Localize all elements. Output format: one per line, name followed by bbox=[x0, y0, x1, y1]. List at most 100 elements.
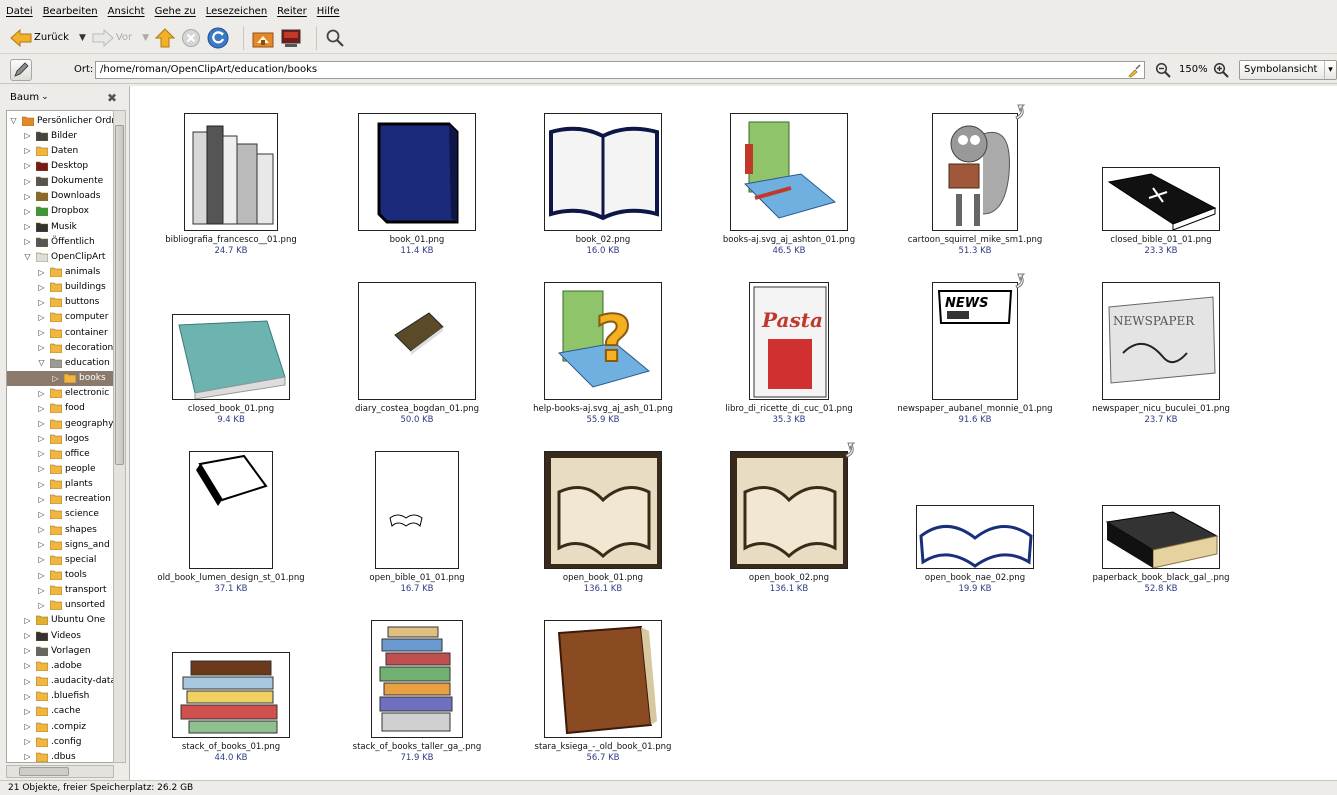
back-button[interactable]: Zurück bbox=[10, 25, 69, 51]
file-thumbnail[interactable] bbox=[371, 620, 463, 738]
stop-button[interactable] bbox=[181, 25, 201, 51]
expand-icon[interactable]: ▷ bbox=[23, 677, 32, 686]
collapse-icon[interactable]: ▽ bbox=[37, 358, 46, 367]
tree-item[interactable]: ▷ Dokumente bbox=[7, 174, 113, 189]
file-thumbnail[interactable]: NEWSPAPER bbox=[1102, 282, 1220, 400]
tree-item[interactable]: ▷ electronic bbox=[7, 386, 113, 401]
tree-item[interactable]: ▷ plants bbox=[7, 477, 113, 492]
file-thumbnail[interactable] bbox=[1102, 505, 1220, 569]
expand-icon[interactable]: ▷ bbox=[37, 495, 46, 504]
file-item[interactable]: NEWS newspaper_aubanel_monnie_01.png 91.6 … bbox=[882, 254, 1068, 425]
expand-icon[interactable]: ▷ bbox=[37, 389, 46, 398]
menu-gehe-zu[interactable]: Gehe zu bbox=[155, 6, 196, 17]
zoom-level[interactable]: 150% bbox=[1179, 64, 1208, 75]
expand-icon[interactable]: ▷ bbox=[37, 525, 46, 534]
tree-item[interactable]: ▷ buildings bbox=[7, 280, 113, 295]
tree-item[interactable]: ▷ Bilder bbox=[7, 128, 113, 143]
tree-item[interactable]: ▷ signs_and bbox=[7, 537, 113, 552]
tree-item[interactable]: ▽ education bbox=[7, 355, 113, 370]
file-thumbnail[interactable] bbox=[730, 451, 848, 569]
file-thumbnail[interactable] bbox=[916, 505, 1034, 569]
file-item[interactable]: bibliografia_francesco__01.png 24.7 KB bbox=[138, 86, 324, 256]
tree-item[interactable]: ▷ tools bbox=[7, 568, 113, 583]
expand-icon[interactable]: ▷ bbox=[37, 419, 46, 428]
file-thumbnail[interactable] bbox=[184, 113, 278, 231]
edit-location-button[interactable] bbox=[10, 59, 32, 81]
expand-icon[interactable]: ▷ bbox=[37, 404, 46, 413]
file-item[interactable]: stack_of_books_taller_ga_.png 71.9 KB bbox=[324, 592, 510, 763]
expand-icon[interactable]: ▷ bbox=[23, 692, 32, 701]
tree-item[interactable]: ▷ .bluefish bbox=[7, 689, 113, 704]
file-thumbnail[interactable] bbox=[172, 652, 290, 738]
expand-icon[interactable]: ▷ bbox=[37, 268, 46, 277]
expand-icon[interactable]: ▷ bbox=[23, 177, 32, 186]
file-item[interactable]: open_book_02.png 136.1 KB bbox=[696, 423, 882, 594]
file-thumbnail[interactable] bbox=[189, 451, 273, 569]
file-thumbnail[interactable] bbox=[172, 314, 290, 400]
expand-icon[interactable]: ▷ bbox=[23, 161, 32, 170]
file-item[interactable]: stack_of_books_01.png 44.0 KB bbox=[138, 592, 324, 763]
tree-item[interactable]: ▷ Daten bbox=[7, 143, 113, 158]
tree-item[interactable]: ▷ food bbox=[7, 401, 113, 416]
clear-location-icon[interactable] bbox=[1127, 63, 1143, 78]
file-thumbnail[interactable] bbox=[358, 113, 476, 231]
file-thumbnail[interactable] bbox=[544, 451, 662, 569]
scrollbar-thumb[interactable] bbox=[115, 125, 124, 465]
expand-icon[interactable]: ▷ bbox=[37, 298, 46, 307]
expand-icon[interactable]: ▷ bbox=[23, 222, 32, 231]
tree-item[interactable]: ▷ science bbox=[7, 507, 113, 522]
file-item[interactable]: book_02.png 16.0 KB bbox=[510, 86, 696, 256]
file-thumbnail[interactable] bbox=[544, 113, 662, 231]
file-thumbnail[interactable] bbox=[1102, 167, 1220, 231]
file-item[interactable]: book_01.png 11.4 KB bbox=[324, 86, 510, 256]
tree-item[interactable]: ▷ .cache bbox=[7, 704, 113, 719]
tree-item[interactable]: ▷ Vorlagen bbox=[7, 643, 113, 658]
tree-item[interactable]: ▷ books bbox=[7, 370, 113, 386]
file-thumbnail[interactable] bbox=[730, 113, 848, 231]
search-button[interactable] bbox=[325, 25, 345, 51]
file-thumbnail[interactable] bbox=[358, 282, 476, 400]
tree-item[interactable]: ▷ .dbus bbox=[7, 749, 113, 762]
reload-button[interactable] bbox=[207, 25, 229, 51]
tree-item[interactable]: ▷ Videos bbox=[7, 628, 113, 643]
tree-horizontal-scrollbar[interactable] bbox=[6, 765, 114, 778]
file-item[interactable]: paperback_book_black_gal_.png 52.8 KB bbox=[1068, 423, 1254, 594]
zoom-in-icon[interactable] bbox=[1213, 62, 1229, 78]
tree-item[interactable]: ▷ container bbox=[7, 325, 113, 340]
tree-item[interactable]: ▷ Öffentlich bbox=[7, 234, 113, 249]
file-item[interactable]: open_book_01.png 136.1 KB bbox=[510, 423, 696, 594]
computer-button[interactable] bbox=[280, 25, 302, 51]
location-input[interactable]: /home/roman/OpenClipArt/education/books bbox=[95, 61, 1145, 79]
expand-icon[interactable]: ▷ bbox=[23, 661, 32, 670]
tree-item[interactable]: ▷ people bbox=[7, 461, 113, 476]
close-sidebar-icon[interactable]: ✖ bbox=[107, 91, 117, 105]
file-thumbnail[interactable] bbox=[544, 620, 662, 738]
file-item[interactable]: NEWSPAPER newspaper_nicu_buculei_01.png 23… bbox=[1068, 254, 1254, 425]
file-item[interactable]: closed_book_01.png 9.4 KB bbox=[138, 254, 324, 425]
file-thumbnail[interactable]: NEWS bbox=[932, 282, 1018, 400]
file-item[interactable]: Pasta libro_di_ricette_di_cuc_01.png 35.3 … bbox=[696, 254, 882, 425]
expand-icon[interactable]: ▷ bbox=[37, 480, 46, 489]
file-item[interactable]: diary_costea_bogdan_01.png 50.0 KB bbox=[324, 254, 510, 425]
file-item[interactable]: ? help-books-aj.svg_aj_ash_01.png 55.9 KB bbox=[510, 254, 696, 425]
menu-reiter[interactable]: Reiter bbox=[277, 6, 307, 17]
tree-item[interactable]: ▷ office bbox=[7, 446, 113, 461]
expand-icon[interactable]: ▷ bbox=[37, 586, 46, 595]
scrollbar-thumb[interactable] bbox=[19, 767, 69, 776]
forward-history-caret[interactable]: ▼ bbox=[142, 33, 149, 43]
expand-icon[interactable]: ▷ bbox=[37, 464, 46, 473]
tree-item[interactable]: ▷ .adobe bbox=[7, 658, 113, 673]
file-item[interactable]: open_bible_01_01.png 16.7 KB bbox=[324, 423, 510, 594]
tree-item[interactable]: ▷ unsorted bbox=[7, 598, 113, 613]
tree-item[interactable]: ▷ buttons bbox=[7, 295, 113, 310]
expand-icon[interactable]: ▷ bbox=[37, 601, 46, 610]
file-thumbnail[interactable]: Pasta bbox=[749, 282, 829, 400]
expand-icon[interactable]: ▷ bbox=[23, 722, 32, 731]
tree-item[interactable]: ▷ decoration bbox=[7, 340, 113, 355]
tree-item[interactable]: ▷ animals bbox=[7, 265, 113, 280]
file-item[interactable]: books-aj.svg_aj_ashton_01.png 46.5 KB bbox=[696, 86, 882, 256]
expand-icon[interactable]: ▷ bbox=[37, 555, 46, 564]
tree-item[interactable]: ▷ special bbox=[7, 552, 113, 567]
expand-icon[interactable]: ▷ bbox=[37, 283, 46, 292]
file-item[interactable]: cartoon_squirrel_mike_sm1.png 51.3 KB bbox=[882, 86, 1068, 256]
